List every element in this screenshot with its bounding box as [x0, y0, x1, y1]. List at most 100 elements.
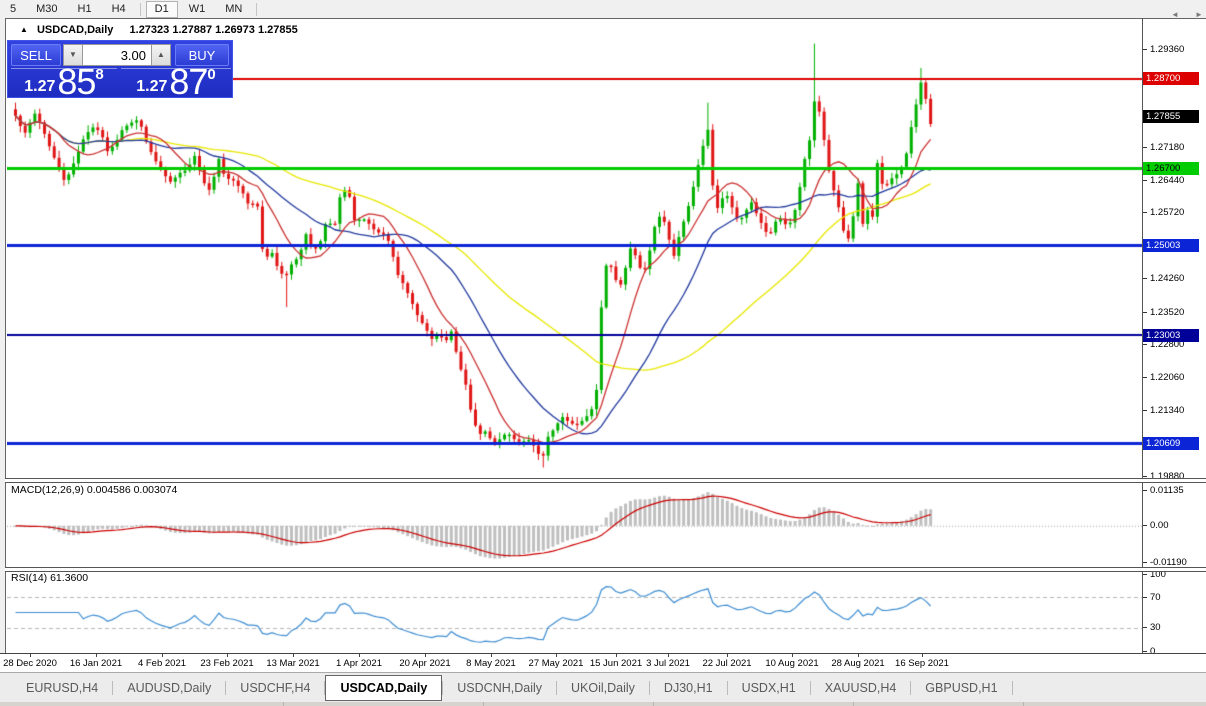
timeframe-button-h4[interactable]: H4: [103, 1, 135, 18]
tick-mark: [1143, 627, 1147, 629]
chart-tab-usdcad[interactable]: USDCAD,Daily: [325, 674, 443, 701]
macd-tick-label: 0.01135: [1150, 485, 1184, 497]
tick-mark: [1143, 48, 1147, 50]
price-tick-label: 1.24260: [1150, 273, 1185, 285]
date-label: 3 Jul 2021: [646, 658, 690, 669]
chart-tab-usdx[interactable]: USDX,H1: [728, 675, 810, 701]
tick-mark: [1143, 525, 1147, 527]
tick-mark: [1143, 562, 1147, 564]
macd-indicator-label: MACD(12,26,9) 0.004586 0.003074: [11, 484, 178, 496]
sell-price[interactable]: 1.27 85 8: [11, 64, 117, 100]
chart-symbol-label: USDCAD,Daily: [36, 24, 114, 36]
date-label: 16 Sep 2021: [895, 658, 949, 669]
chart-tab-audusd[interactable]: AUDUSD,Daily: [113, 675, 225, 701]
date-tick-mark: [425, 654, 426, 657]
tick-mark: [1143, 343, 1147, 345]
price-tick-label: 1.22060: [1150, 372, 1185, 384]
date-label: 20 Apr 2021: [399, 658, 451, 669]
axis-tick: 1.26440: [1143, 175, 1184, 186]
level-price-badge: 1.28700: [1143, 72, 1199, 86]
timeframe-button-h1[interactable]: H1: [69, 1, 101, 18]
tick-mark: [1143, 377, 1147, 379]
price-tick-label: 1.23520: [1150, 306, 1185, 318]
date-tick-mark: [293, 654, 294, 657]
timeframe-button-w1[interactable]: W1: [180, 1, 215, 18]
chart-tab-bar: EURUSD,H4 AUDUSD,Daily USDCHF,H4 USDCAD,Dai…: [0, 672, 1206, 702]
price-chart-canvas[interactable]: [7, 20, 1142, 653]
tick-mark: [1143, 490, 1147, 492]
sell-button[interactable]: SELL: [11, 44, 61, 66]
chart-tab-usdchf[interactable]: USDCHF,H4: [226, 675, 324, 701]
axis-tick: 1.24260: [1143, 273, 1184, 284]
date-axis[interactable]: 28 Dec 2020 16 Jan 2021 4 Feb 2021 23 Feb 2…: [0, 653, 1206, 673]
price-tick-label: 1.27180: [1150, 141, 1185, 153]
chart-tab-ukoil[interactable]: UKOil,Daily: [557, 675, 649, 701]
status-strip: [0, 702, 1206, 706]
axis-tick: 0.00: [1143, 520, 1169, 531]
chart-title: ▲ USDCAD,Daily 1.27323 1.27887 1.26973 1…: [20, 24, 298, 36]
chart-tab-usdcnh[interactable]: USDCNH,Daily: [443, 675, 556, 701]
axis-tick: 1.25720: [1143, 207, 1184, 218]
date-tick-mark: [162, 654, 163, 657]
date-tick-mark: [556, 654, 557, 657]
axis-tick: 30: [1143, 622, 1161, 633]
axis-tick: 1.29360: [1143, 44, 1184, 55]
level-price-badge: 1.25003: [1143, 238, 1199, 252]
chart-tab-dj30[interactable]: DJ30,H1: [650, 675, 727, 701]
date-label: 27 May 2021: [528, 658, 584, 669]
date-tick-mark: [359, 654, 360, 657]
sell-price-handle: 1.27: [24, 78, 56, 95]
tick-mark: [1143, 596, 1147, 598]
date-label: 1 Apr 2021: [336, 658, 382, 669]
macd-panel-divider[interactable]: [5, 478, 1206, 483]
timeframe-button-mn[interactable]: MN: [216, 1, 251, 18]
timeframe-button-m30[interactable]: M30: [27, 1, 66, 18]
level-price-badge: 1.23003: [1143, 328, 1199, 342]
tick-mark: [1143, 475, 1147, 477]
date-label: 13 Mar 2021: [266, 658, 320, 669]
date-tick-mark: [792, 654, 793, 657]
date-label: 15 Jun 2021: [589, 658, 643, 669]
date-tick-mark: [727, 654, 728, 657]
buy-price-handle: 1.27: [136, 78, 168, 95]
toolbar-separator: [256, 2, 258, 16]
chart-tab-xauusd[interactable]: XAUUSD,H4: [811, 675, 911, 701]
collapse-triangle-icon[interactable]: ▲: [20, 25, 28, 34]
rsi-tick-label: 30: [1150, 622, 1161, 634]
date-label: 22 Jul 2021: [702, 658, 752, 669]
timeframe-button-5[interactable]: 5: [1, 1, 25, 18]
tick-mark: [1143, 650, 1147, 652]
chart-ohlc-values: 1.27323 1.27887 1.26973 1.27855: [129, 24, 298, 36]
date-label: 28 Dec 2020: [3, 658, 57, 669]
one-click-trade-panel: SELL ▼ ▲ BUY 1.27 85 8 1.27 87 0: [7, 40, 233, 100]
level-price-badge: 1.20609: [1143, 436, 1199, 450]
date-tick-mark: [922, 654, 923, 657]
volume-increase-icon[interactable]: ▲: [151, 44, 171, 66]
price-tick-label: 1.25720: [1150, 207, 1185, 219]
axis-tick: 1.27180: [1143, 142, 1184, 153]
timeframe-button-d1[interactable]: D1: [145, 0, 178, 18]
tab-scroll-right-icon[interactable]: ►: [1192, 8, 1206, 22]
axis-tick: 1.23520: [1143, 307, 1184, 318]
status-strip-separator: [653, 702, 654, 706]
rsi-panel-divider[interactable]: [5, 567, 1206, 572]
date-label: 16 Jan 2021: [69, 658, 123, 669]
date-tick-mark: [668, 654, 669, 657]
rsi-tick-label: 70: [1150, 591, 1161, 603]
axis-tick: 0.01135: [1143, 485, 1184, 496]
date-label: 8 May 2021: [466, 658, 516, 669]
status-strip-separator: [283, 702, 284, 706]
tick-mark: [1143, 573, 1147, 575]
chart-tab-eurusd[interactable]: EURUSD,H4: [12, 675, 112, 701]
date-label: 28 Aug 2021: [831, 658, 885, 669]
date-tick-mark: [96, 654, 97, 657]
tick-mark: [1143, 311, 1147, 313]
tick-mark: [1143, 409, 1147, 411]
buy-price[interactable]: 1.27 87 0: [121, 64, 231, 100]
period-toolbar: 5 M30 H1 H4 D1 W1 MN: [0, 0, 1206, 18]
tab-scroll-left-icon[interactable]: ◄: [1168, 8, 1182, 22]
date-label: 4 Feb 2021: [137, 658, 187, 669]
date-tick-mark: [491, 654, 492, 657]
axis-tick: 70: [1143, 592, 1161, 603]
chart-tab-gbpusd[interactable]: GBPUSD,H1: [911, 675, 1011, 701]
